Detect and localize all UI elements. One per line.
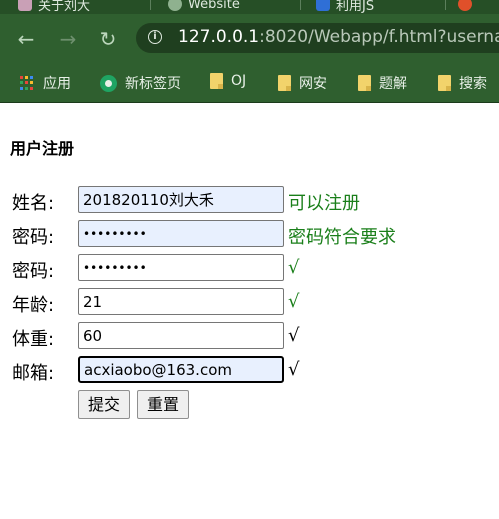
navigation-bar: ← → ↻ i 127.0.0.1:8020/Webapp/f.html?use…: [0, 14, 499, 64]
password-label: 密码:: [12, 227, 55, 248]
url-host: 127.0.0.1: [178, 27, 260, 47]
folder-icon: [210, 73, 223, 89]
name-input[interactable]: [78, 186, 284, 213]
age-label: 年龄:: [12, 295, 55, 316]
bookmarks-bar: 应用 新标签页 OJ 网安 题解 搜索: [0, 64, 499, 102]
age-input[interactable]: [78, 288, 284, 315]
email-input[interactable]: [78, 356, 284, 383]
back-arrow-icon[interactable]: ←: [14, 27, 38, 51]
url-path: :8020/Webapp/f.html?usernar: [259, 27, 499, 47]
bookmark-label: 题解: [379, 76, 407, 92]
page-title: 用户注册: [10, 139, 75, 158]
name-validation-message: 可以注册: [288, 193, 360, 214]
tab-divider: [445, 0, 446, 10]
email-check-icon: √: [288, 359, 300, 380]
tab-strip: 关于刘大 Website 利用JS: [0, 0, 499, 14]
tab-favicon-icon: [168, 0, 182, 11]
chrome-globe-icon: [100, 74, 117, 92]
site-info-icon[interactable]: i: [148, 30, 162, 44]
confirm-password-check-icon: √: [288, 257, 300, 278]
weight-input[interactable]: [78, 322, 284, 349]
tab-4[interactable]: [458, 0, 472, 14]
bookmark-label: 搜索: [459, 76, 487, 92]
tab-favicon-icon: [316, 0, 330, 11]
password-validation-message: 密码符合要求: [288, 227, 396, 248]
bookmark-folder-oj[interactable]: OJ: [210, 73, 246, 89]
bookmark-apps[interactable]: 应用: [20, 73, 71, 93]
tab-divider: [150, 0, 151, 10]
password-input[interactable]: [78, 220, 284, 247]
tab-label: 关于刘大: [38, 0, 91, 14]
folder-icon: [358, 75, 371, 91]
bookmark-folder-solutions[interactable]: 题解: [358, 73, 407, 93]
forward-arrow-icon[interactable]: →: [56, 27, 80, 51]
tab-1[interactable]: 关于刘大: [18, 0, 90, 14]
tab-divider: [300, 0, 301, 10]
tab-3[interactable]: 利用JS: [316, 0, 374, 14]
folder-icon: [278, 75, 291, 91]
tab-2[interactable]: Website: [168, 0, 240, 14]
browser-chrome: 关于刘大 Website 利用JS ← → ↻ i 127.0.0.1:8020…: [0, 0, 499, 102]
apps-grid-icon: [20, 75, 35, 91]
tab-favicon-icon: [458, 0, 472, 11]
bookmark-label: OJ: [231, 73, 247, 89]
tab-label: 利用JS: [336, 0, 375, 14]
bookmark-new-tab[interactable]: 新标签页: [100, 73, 181, 93]
bookmark-label: 新标签页: [125, 76, 181, 92]
address-bar[interactable]: i 127.0.0.1:8020/Webapp/f.html?usernar: [136, 23, 499, 53]
submit-button[interactable]: 提交: [78, 390, 131, 419]
confirm-password-label: 密码:: [12, 261, 55, 282]
bookmark-label: 网安: [299, 76, 327, 92]
tab-label: Website: [188, 0, 240, 12]
folder-icon: [438, 75, 451, 91]
reset-button[interactable]: 重置: [137, 390, 190, 419]
chrome-divider: [0, 102, 499, 103]
name-label: 姓名:: [12, 193, 55, 214]
email-label: 邮箱:: [12, 363, 55, 384]
weight-check-icon: √: [288, 325, 300, 346]
url-text[interactable]: 127.0.0.1:8020/Webapp/f.html?usernar: [178, 27, 499, 47]
confirm-password-input[interactable]: [78, 254, 284, 281]
tab-favicon-icon: [18, 0, 32, 11]
bookmark-folder-netsec[interactable]: 网安: [278, 73, 327, 93]
reload-icon[interactable]: ↻: [96, 27, 120, 51]
bookmark-label: 应用: [43, 76, 71, 92]
bookmark-folder-search[interactable]: 搜索: [438, 73, 487, 93]
age-check-icon: √: [288, 291, 300, 312]
weight-label: 体重:: [12, 329, 55, 350]
